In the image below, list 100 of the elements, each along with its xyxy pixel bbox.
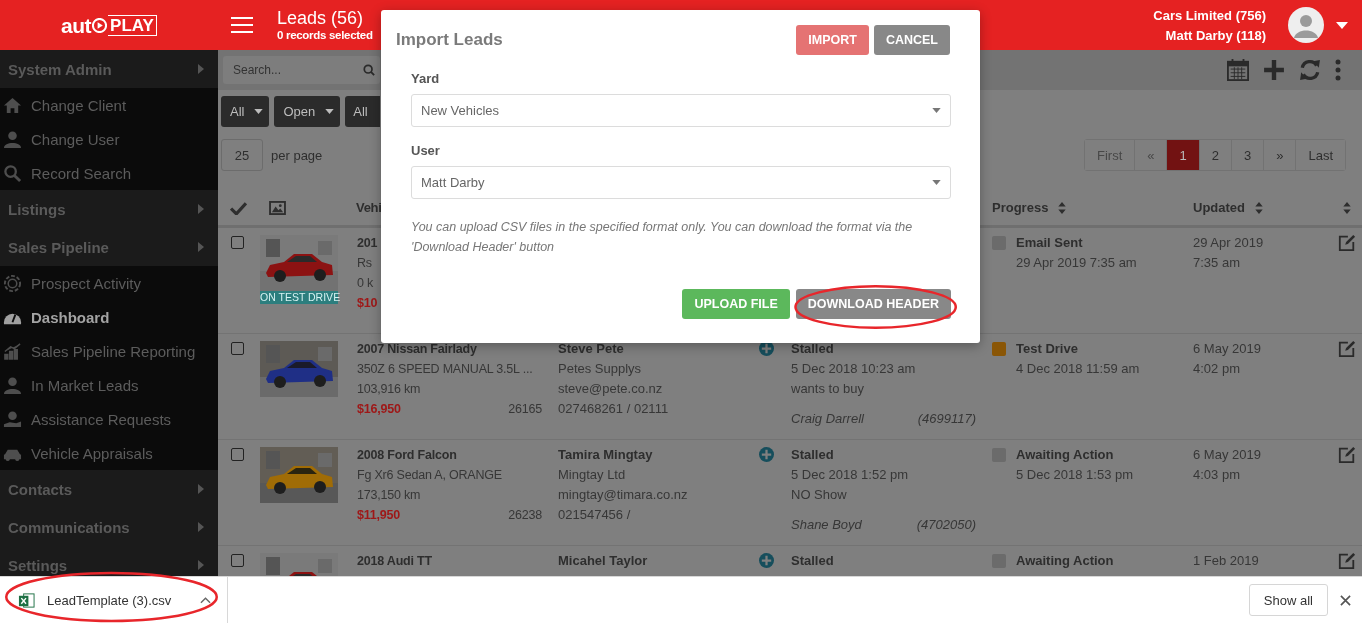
search-field[interactable]: Search... xyxy=(223,56,380,84)
contact-name[interactable]: Tamira Mingtay xyxy=(558,445,755,465)
stock-number: 26238 xyxy=(508,507,542,524)
row-checkbox[interactable] xyxy=(231,342,244,355)
updated-time: 1 Feb 2019 xyxy=(1193,552,1260,570)
show-all-button[interactable]: Show all xyxy=(1248,584,1328,616)
section-label: Listings xyxy=(8,200,66,218)
company: Petes Supplys xyxy=(558,360,643,378)
field-label: User xyxy=(411,143,441,158)
column-header: Vehi xyxy=(356,200,382,215)
updated-time: 7:35 am xyxy=(1193,254,1241,272)
status-label: Stalled xyxy=(791,552,835,570)
edit-icon[interactable] xyxy=(1338,446,1356,464)
vehicle-detail: 350Z 6 SPEED MANUAL 3.5L ... xyxy=(357,361,534,378)
column-header[interactable]: Updated xyxy=(1193,200,1245,215)
item-label: Change Client xyxy=(31,96,127,114)
item-label: In Market Leads xyxy=(31,376,139,394)
sort-icon[interactable] xyxy=(1255,201,1263,214)
email: steve@pete.co.nz xyxy=(558,380,664,398)
progress-label: Test Drive xyxy=(1016,340,1079,358)
status-label: Stalled xyxy=(791,446,835,464)
section-label: Sales Pipeline xyxy=(8,238,109,256)
caret-icon xyxy=(198,64,204,74)
item-label: Sales Pipeline Reporting xyxy=(31,342,196,360)
agent-ref: (4699117) xyxy=(917,410,976,428)
close-icon[interactable] xyxy=(1340,594,1351,606)
dialog-button[interactable]: UPLOAD FILE xyxy=(682,289,790,319)
plus-icon[interactable] xyxy=(1263,59,1285,81)
dropdown-field[interactable]: New Vehicles xyxy=(411,94,951,127)
page-title: Leads (56) xyxy=(277,7,365,28)
dialog-button[interactable]: CANCEL xyxy=(873,25,950,55)
stock-number: 26165 xyxy=(508,401,542,418)
search-icon[interactable] xyxy=(363,64,375,76)
sidebar-item[interactable]: Assistance Requests xyxy=(0,402,218,436)
logo-text: aut xyxy=(61,14,92,36)
caret-icon xyxy=(325,109,335,114)
vehicle-detail: Rs xyxy=(357,255,373,272)
dialog-button[interactable]: DOWNLOAD HEADER xyxy=(795,289,951,319)
odometer: 103,916 km xyxy=(357,381,422,398)
caret-icon xyxy=(198,560,204,570)
account-label: Matt Darby (118) xyxy=(1165,27,1266,43)
sidebar-item[interactable]: Change Client xyxy=(0,88,218,122)
status-label: Stalled xyxy=(791,340,835,358)
agent-ref: (4702050) xyxy=(916,516,976,534)
menu-icon[interactable] xyxy=(231,16,255,34)
filter-dropdown[interactable]: All xyxy=(345,96,380,127)
search-icon xyxy=(3,163,22,183)
contact-name[interactable]: Micahel Taylor xyxy=(558,551,755,571)
vehicle-title[interactable]: 2007 Nissan Fairlady xyxy=(357,339,542,359)
chevron-up-icon[interactable] xyxy=(200,596,211,604)
sidebar-item[interactable]: Prospect Activity xyxy=(0,266,218,300)
sidebar-item[interactable]: Dashboard xyxy=(0,300,218,334)
edit-icon[interactable] xyxy=(1338,340,1356,358)
download-item[interactable]: LeadTemplate (3).csv xyxy=(0,577,228,623)
filter-dropdown[interactable]: All xyxy=(221,96,270,127)
page-button[interactable]: Last xyxy=(1295,140,1345,170)
row-checkbox[interactable] xyxy=(231,554,244,567)
calendar-icon[interactable] xyxy=(1227,59,1249,81)
sidebar-item[interactable]: Change User xyxy=(0,122,218,156)
row-checkbox[interactable] xyxy=(231,448,244,461)
vehicle-title[interactable]: 2008 Ford Falcon xyxy=(357,445,542,465)
sort-icon[interactable] xyxy=(1058,201,1067,214)
progress-label: Awaiting Action xyxy=(1016,552,1114,570)
vehicle-title[interactable]: 2018 Audi TT xyxy=(357,551,542,571)
sidebar-item[interactable]: Vehicle Appraisals xyxy=(0,436,218,470)
refresh-icon[interactable] xyxy=(1299,59,1321,81)
status-date: 5 Dec 2018 1:52 pm xyxy=(791,466,910,484)
progress-date: 29 Apr 2019 7:35 am xyxy=(1016,254,1137,272)
price: $10 xyxy=(357,295,378,312)
phone: 027468261 / 02111 xyxy=(558,400,670,418)
caret-icon[interactable] xyxy=(1336,21,1348,29)
account-label: Cars Limited (756) xyxy=(1153,7,1266,23)
edit-icon[interactable] xyxy=(1338,234,1356,252)
row-checkbox[interactable] xyxy=(231,236,244,249)
check-icon[interactable] xyxy=(230,200,247,215)
edit-icon[interactable] xyxy=(1338,552,1356,570)
odometer: 0 k xyxy=(357,275,375,292)
column-header[interactable]: Progress xyxy=(992,200,1049,215)
section-label: System Admin xyxy=(8,60,112,78)
email: mingtay@timara.co.nz xyxy=(558,486,689,504)
more-icon[interactable] xyxy=(1335,59,1341,81)
page-size-field[interactable]: 25 xyxy=(221,139,263,171)
selection-count: 0 records selected xyxy=(277,28,373,43)
status-note: NO Show xyxy=(791,486,848,504)
progress-label: Awaiting Action xyxy=(1016,446,1115,464)
avatar-icon[interactable] xyxy=(1288,7,1324,43)
sidebar-item[interactable]: In Market Leads xyxy=(0,368,218,402)
sidebar-item[interactable]: Record Search xyxy=(0,156,218,190)
item-label: Assistance Requests xyxy=(31,410,172,428)
contact-name[interactable]: Steve Pete xyxy=(558,339,755,359)
agent-name: Shane Boyd xyxy=(791,516,862,534)
filter-dropdown[interactable]: Open xyxy=(274,96,341,127)
odometer: 173,150 km xyxy=(357,487,422,504)
sort-icon[interactable] xyxy=(1343,201,1351,214)
item-label: Dashboard xyxy=(31,308,110,326)
dropdown-field[interactable]: Matt Darby xyxy=(411,166,951,199)
sidebar-item[interactable]: Sales Pipeline Reporting xyxy=(0,334,218,368)
image-icon xyxy=(269,200,286,215)
caret-icon xyxy=(198,522,204,532)
page-button[interactable]: 1 xyxy=(1166,140,1199,170)
